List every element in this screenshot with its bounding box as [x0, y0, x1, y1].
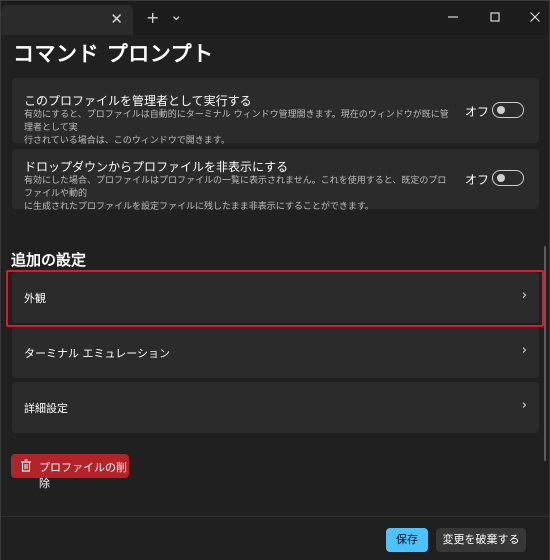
page-title: コマンド プロンプト — [13, 42, 214, 66]
tab-dropdown-button[interactable]: ⌄ — [170, 6, 183, 24]
new-tab-button[interactable]: + — [146, 9, 159, 27]
hide-from-dropdown-setting: ドロップダウンからプロファイルを非表示にする 有効にした場合、プロファイルはプロ… — [12, 149, 539, 212]
chevron-right-icon: › — [521, 398, 527, 413]
chevron-right-icon: › — [521, 343, 527, 358]
discard-changes-button[interactable]: 変更を破棄する — [436, 528, 526, 552]
close-icon[interactable] — [527, 9, 543, 25]
settings-window: ✕ + ⌄ コマンド プロンプト このプロファイルを管理者として実行する 有効に… — [0, 0, 550, 560]
nav-item-label: ターミナル エミュレーション — [24, 347, 171, 360]
toggle-knob — [497, 106, 505, 114]
section-title: 追加の設定 — [11, 251, 87, 269]
minimize-icon[interactable] — [445, 9, 461, 25]
delete-profile-label: プロファイルの削除 — [39, 461, 127, 490]
title-bar: ✕ + ⌄ — [1, 1, 549, 35]
toggle-state-label: オフ — [465, 173, 490, 187]
maximize-icon[interactable] — [487, 9, 503, 25]
toggle-state-label: オフ — [465, 105, 490, 119]
active-tab[interactable]: ✕ — [1, 5, 133, 35]
setting-title: ドロップダウンからプロファイルを非表示にする — [24, 160, 289, 174]
tab-close-button[interactable]: ✕ — [110, 10, 123, 28]
setting-title: このプロファイルを管理者として実行する — [24, 94, 252, 108]
delete-profile-button[interactable]: プロファイルの削除 — [11, 454, 129, 490]
nav-item-label: 詳細設定 — [24, 402, 68, 415]
setting-description: 有効にした場合、プロファイルはプロファイルの一覧に表示されません。これを使用する… — [24, 176, 447, 212]
settings-scroll-area[interactable]: このプロファイルを管理者として実行する 有効にすると、プロファイルは自動的にター… — [1, 68, 549, 518]
run-as-admin-toggle[interactable] — [492, 102, 524, 118]
trash-icon — [21, 459, 31, 472]
terminal-emulation-nav-item[interactable]: ターミナル エミュレーション › — [12, 327, 539, 378]
vertical-scrollbar[interactable] — [544, 246, 546, 461]
save-button[interactable]: 保存 — [386, 528, 428, 552]
highlight-box — [6, 270, 544, 327]
setting-description: 有効にすると、プロファイルは自動的にターミナル ウィンドウ管理開きます。現在のウ… — [24, 110, 449, 146]
hide-from-dropdown-toggle[interactable] — [492, 170, 524, 186]
toggle-knob — [497, 174, 505, 182]
footer-bar: 保存 変更を破棄する — [1, 516, 549, 560]
advanced-nav-item[interactable]: 詳細設定 › — [12, 382, 539, 433]
run-as-admin-setting: このプロファイルを管理者として実行する 有効にすると、プロファイルは自動的にター… — [12, 78, 539, 146]
